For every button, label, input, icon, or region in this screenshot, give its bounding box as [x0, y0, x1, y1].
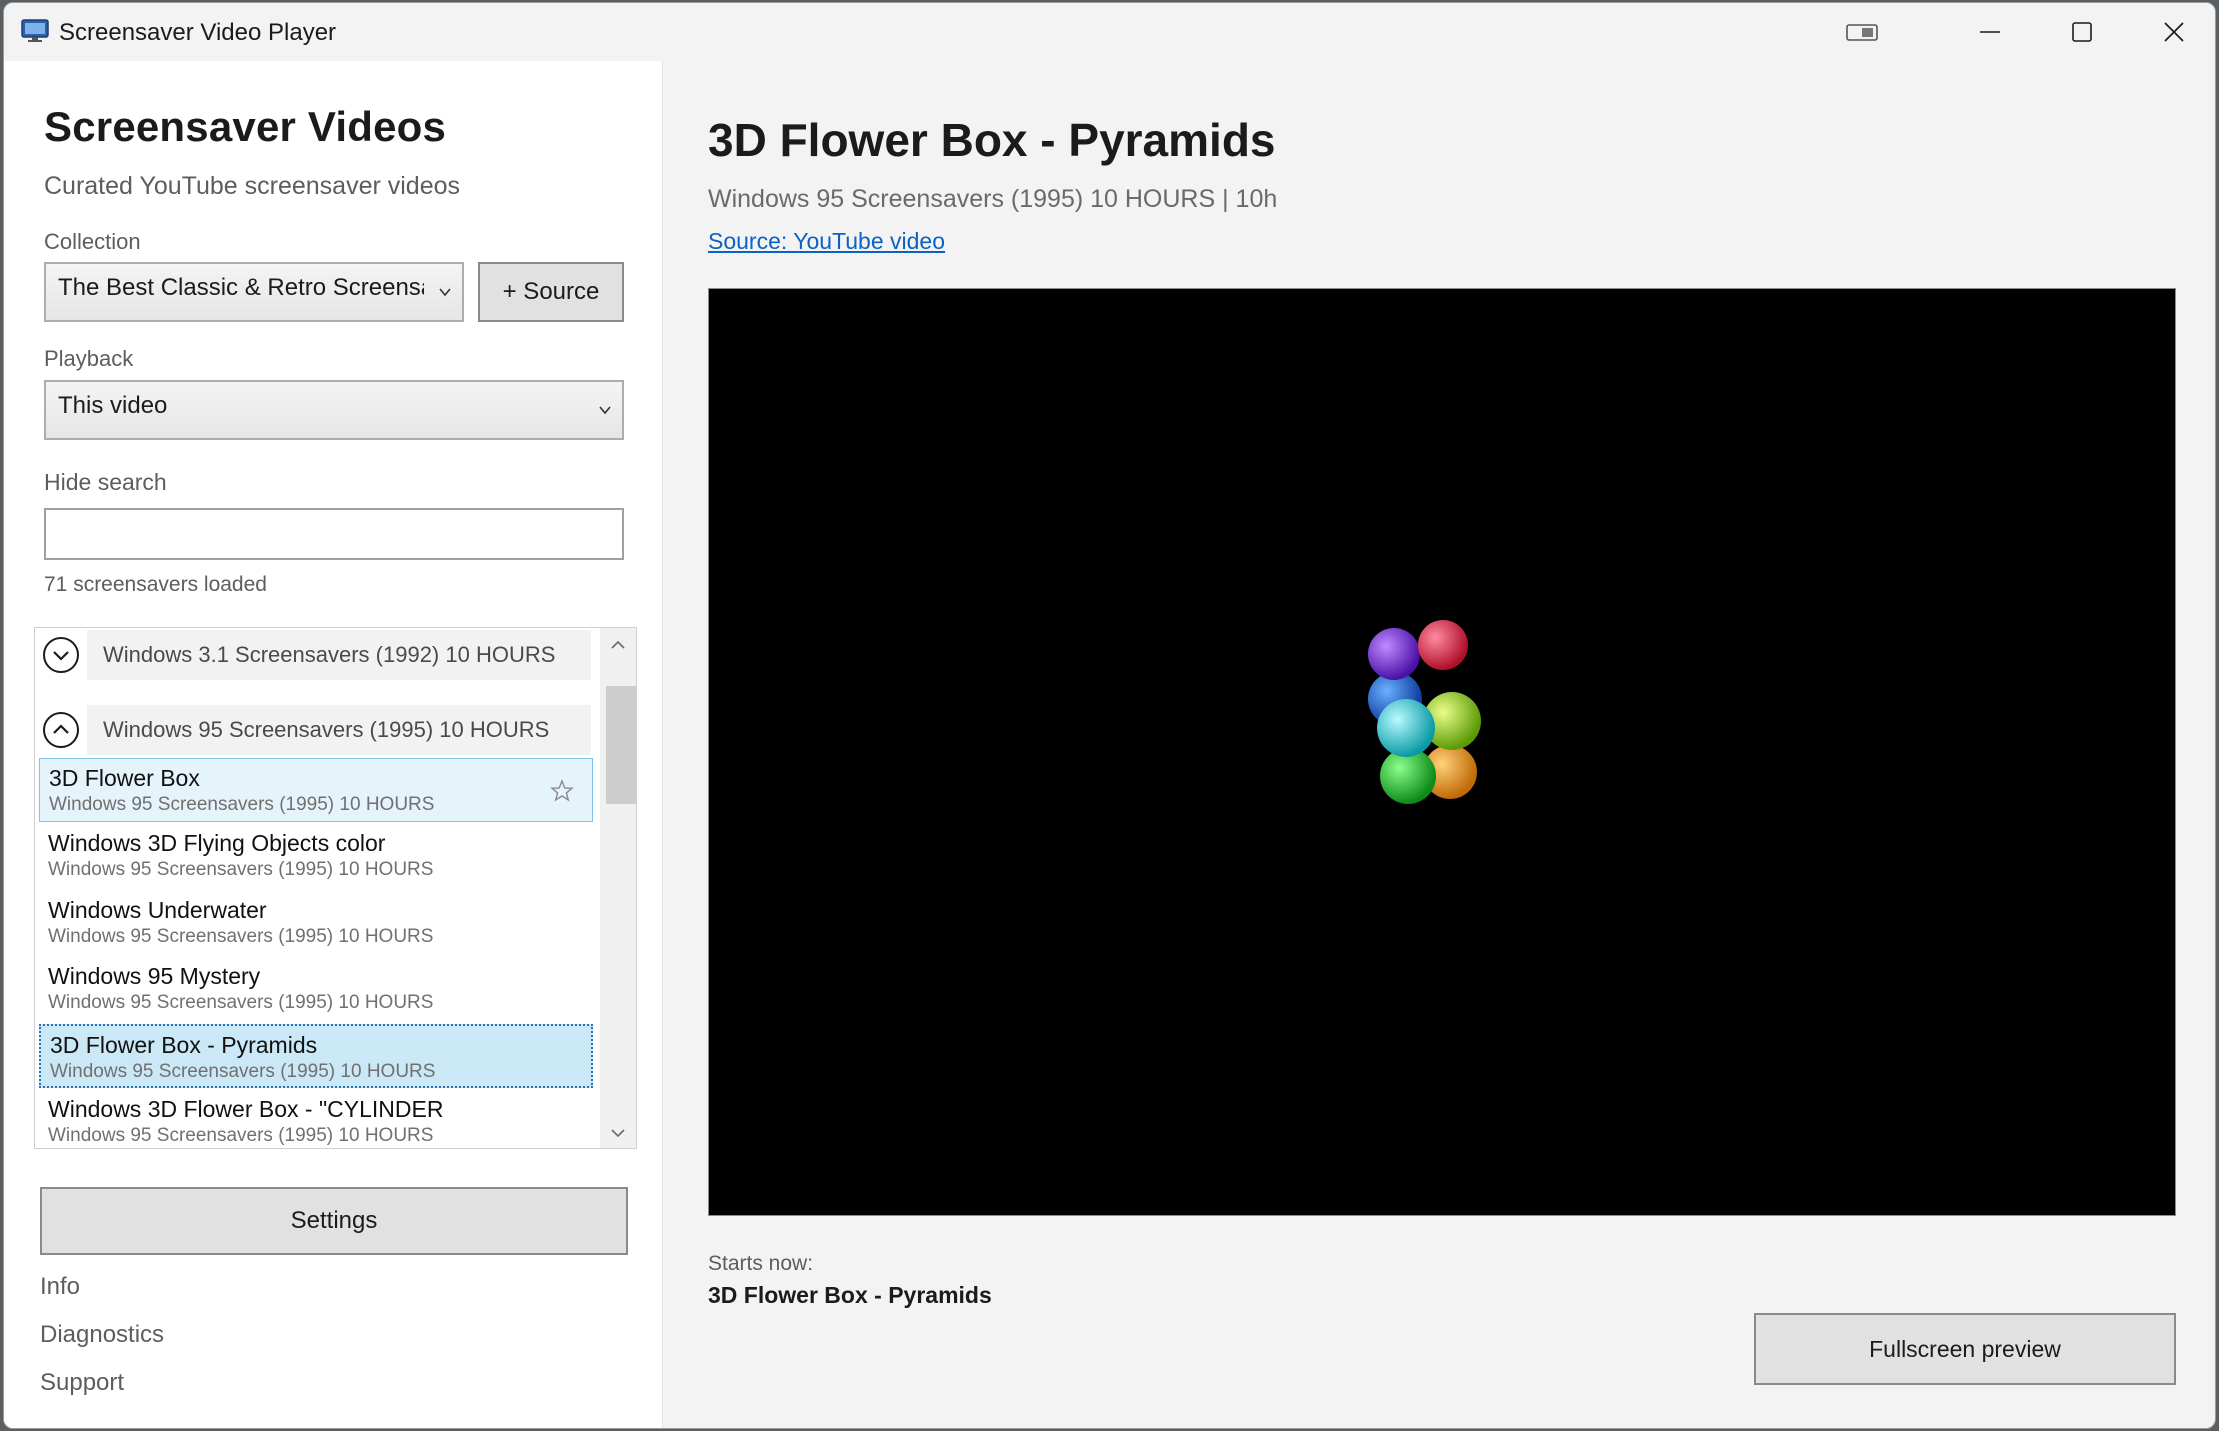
search-toggle-label[interactable]: Hide search: [44, 469, 167, 496]
screensaver-list[interactable]: Windows 3.1 Screensavers (1992) 10 HOURS…: [34, 627, 637, 1149]
list-item-title: Windows Underwater: [48, 897, 267, 923]
starts-now-value: 3D Flower Box - Pyramids: [708, 1282, 992, 1308]
add-source-button[interactable]: + Source: [478, 262, 624, 322]
sidebar: Screensaver Videos Curated YouTube scree…: [4, 61, 663, 1428]
scrollbar-thumb[interactable]: [606, 686, 636, 804]
scroll-down-icon[interactable]: [609, 1124, 627, 1142]
group-label: Windows 95 Screensavers (1995) 10 HOURS: [87, 705, 591, 755]
list-item-subtitle: Windows 95 Screensavers (1995) 10 HOURS: [48, 1125, 434, 1146]
minimize-icon: [1980, 31, 2000, 33]
list-item[interactable]: Windows 95 Mystery Windows 95 Screensave…: [39, 957, 593, 1021]
snap-layout-button[interactable]: [1816, 3, 1908, 61]
maximize-button[interactable]: [2036, 3, 2128, 61]
list-item-subtitle: Windows 95 Screensavers (1995) 10 HOURS: [49, 794, 435, 815]
fullscreen-preview-button[interactable]: Fullscreen preview: [1754, 1313, 2176, 1385]
list-item-selected[interactable]: 3D Flower Box - Pyramids Windows 95 Scre…: [39, 1024, 593, 1088]
app-monitor-icon: [21, 19, 49, 42]
playback-select[interactable]: This video: [44, 380, 624, 440]
maximize-icon: [2072, 22, 2092, 42]
group-header-win95[interactable]: Windows 95 Screensavers (1995) 10 HOURS: [35, 703, 597, 757]
video-title: 3D Flower Box - Pyramids: [708, 114, 1276, 166]
list-item-subtitle: Windows 95 Screensavers (1995) 10 HOURS: [48, 992, 434, 1013]
list-item-title: Windows 3D Flying Objects color: [48, 830, 386, 856]
chevron-down-icon: [599, 406, 611, 415]
support-link[interactable]: Support: [40, 1369, 124, 1397]
star-icon[interactable]: [550, 779, 574, 803]
list-scrollbar[interactable]: [600, 628, 636, 1148]
minimize-button[interactable]: [1944, 3, 2036, 61]
flower-box-graphic: [1368, 620, 1481, 804]
list-item-title: Windows 95 Mystery: [48, 963, 261, 989]
chevron-down-icon: [439, 288, 451, 297]
collection-select[interactable]: The Best Classic & Retro Screensavers: [44, 262, 464, 322]
group-header-win31[interactable]: Windows 3.1 Screensavers (1992) 10 HOURS: [35, 628, 597, 682]
playback-select-value: This video: [58, 392, 168, 419]
starts-now-label: Starts now:: [708, 1252, 814, 1275]
settings-button[interactable]: Settings: [40, 1187, 628, 1255]
list-item-title: 3D Flower Box - Pyramids: [50, 1032, 318, 1058]
list-item-subtitle: Windows 95 Screensavers (1995) 10 HOURS: [48, 926, 434, 947]
sidebar-title: Screensaver Videos: [44, 103, 447, 150]
list-item-title: Windows 3D Flower Box - "CYLINDER: [48, 1096, 444, 1122]
sidebar-subtitle: Curated YouTube screensaver videos: [44, 172, 461, 200]
close-icon: [2164, 22, 2184, 42]
title-bar: Screensaver Video Player: [4, 3, 2215, 61]
app-window: Screensaver Video Player Screensaver Vid…: [3, 2, 2216, 1429]
close-button[interactable]: [2128, 3, 2215, 61]
collection-select-value: The Best Classic & Retro Screensavers: [58, 274, 424, 301]
list-item[interactable]: 3D Flower Box Windows 95 Screensavers (1…: [39, 758, 593, 822]
source-link[interactable]: Source: YouTube video: [708, 228, 945, 255]
video-preview[interactable]: [708, 288, 2176, 1216]
scroll-up-icon[interactable]: [609, 636, 627, 654]
group-label: Windows 3.1 Screensavers (1992) 10 HOURS: [87, 630, 591, 680]
search-input[interactable]: [44, 508, 624, 560]
diagnostics-link[interactable]: Diagnostics: [40, 1321, 164, 1349]
loaded-count: 71 screensavers loaded: [44, 573, 267, 596]
window-title: Screensaver Video Player: [59, 19, 337, 46]
list-item-subtitle: Windows 95 Screensavers (1995) 10 HOURS: [50, 1061, 436, 1082]
collapse-chevron-icon[interactable]: [41, 710, 81, 750]
snap-layout-icon: [1846, 24, 1878, 41]
info-link[interactable]: Info: [40, 1273, 80, 1301]
list-item[interactable]: Windows 3D Flower Box - "CYLINDER Window…: [39, 1090, 593, 1148]
list-item[interactable]: Windows Underwater Windows 95 Screensave…: [39, 891, 593, 955]
list-item-title: 3D Flower Box: [49, 765, 200, 791]
playback-label: Playback: [44, 346, 134, 371]
list-item-subtitle: Windows 95 Screensavers (1995) 10 HOURS: [48, 859, 434, 880]
video-subtitle: Windows 95 Screensavers (1995) 10 HOURS …: [708, 185, 1278, 213]
expand-chevron-icon[interactable]: [41, 635, 81, 675]
list-item[interactable]: Windows 3D Flying Objects color Windows …: [39, 824, 593, 888]
collection-label: Collection: [44, 229, 141, 254]
